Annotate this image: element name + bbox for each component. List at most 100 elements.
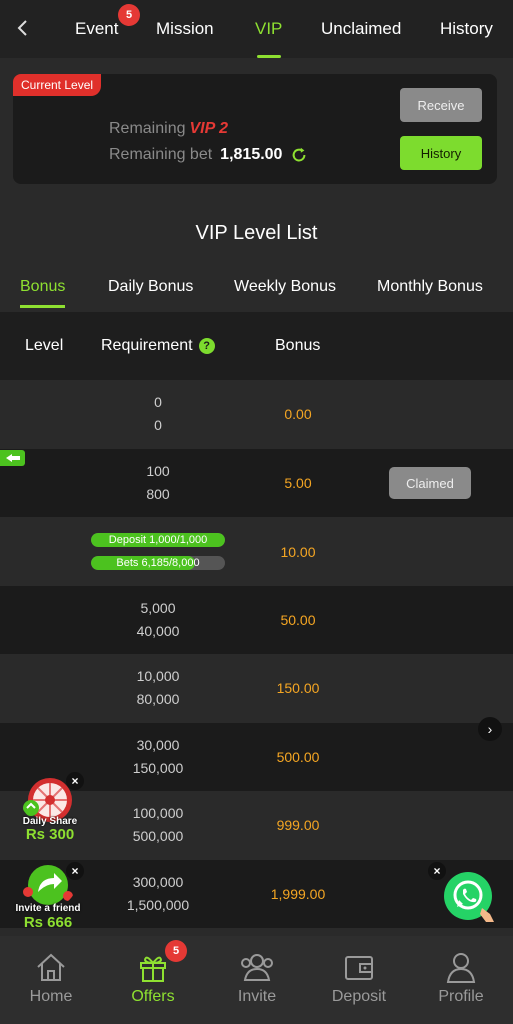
requirement-deposit: 100 — [146, 463, 170, 479]
header-requirement: Requirement? — [101, 337, 215, 355]
nav-profile-label: Profile — [438, 988, 484, 1005]
requirement-cell: 100,000 500,000 — [90, 802, 226, 848]
help-icon[interactable]: ? — [198, 338, 215, 354]
nav-deposit[interactable]: Deposit — [309, 936, 409, 1024]
current-level-tag: Current Level — [13, 74, 102, 96]
requirement-deposit: 100,000 — [132, 805, 184, 821]
back-arrow-icon[interactable] — [12, 17, 34, 39]
nav-home-label: Home — [29, 988, 73, 1005]
refresh-icon[interactable] — [290, 146, 308, 164]
bonus-cell: 0.00 — [284, 406, 312, 422]
bonus-cell: 1,999.00 — [270, 886, 326, 902]
requirement-deposit: 0 — [154, 394, 162, 410]
requirement-deposit: 10,000 — [136, 668, 180, 684]
history-button[interactable]: History — [400, 136, 482, 170]
tab-history[interactable]: History — [440, 0, 493, 58]
remaining-bet: Remaining bet 1,815.00 — [109, 146, 308, 164]
requirement-deposit: 5,000 — [140, 600, 176, 616]
remaining-bet-value: 1,815.00 — [220, 146, 283, 163]
deposit-progress-label: Deposit 1,000/1,000 — [108, 534, 208, 546]
bonus-tabs: Bonus Daily Bonus Weekly Bonus Monthly B… — [0, 262, 513, 312]
chevron-right-icon[interactable]: › — [478, 717, 502, 741]
table-row: Deposit 1,000/1,000 Bets 6,185/8,000 10.… — [0, 518, 513, 586]
nav-offers-label: Offers — [131, 988, 175, 1005]
nav-home[interactable]: Home — [1, 936, 101, 1024]
tab-vip[interactable]: VIP — [255, 0, 282, 58]
tab-bonus-label: Bonus — [20, 278, 66, 295]
deposit-progress: Deposit 1,000/1,000 — [91, 533, 225, 547]
requirement-deposit: 300,000 — [132, 874, 184, 890]
tab-weekly-bonus[interactable]: Weekly Bonus — [234, 278, 336, 296]
table-row: 5,000 40,000 50.00 — [0, 586, 513, 654]
remaining-level: Remaining VIP 2 — [109, 120, 228, 138]
vip-level-list-title: VIP Level List — [195, 222, 318, 244]
current-level-pointer — [0, 450, 25, 466]
invite-caption: Invite a friend — [15, 903, 81, 914]
tab-event[interactable]: Event 5 — [75, 0, 140, 58]
close-invite-icon[interactable]: × — [66, 862, 84, 880]
requirement-deposit: 30,000 — [136, 737, 180, 753]
tab-unclaimed-label: Unclaimed — [321, 19, 402, 38]
requirement-bets: 800 — [146, 486, 170, 502]
table-row: 10,000 80,000 150.00 — [0, 654, 513, 722]
requirement-bets: 80,000 — [136, 691, 180, 707]
requirement-bets: 500,000 — [132, 828, 184, 844]
requirement-bets: 1,500,000 — [126, 897, 190, 913]
requirement-bets: 40,000 — [136, 623, 180, 639]
nav-profile[interactable]: Profile — [411, 936, 511, 1024]
bets-progress: Bets 6,185/8,000 — [91, 556, 225, 570]
pointing-hand-icon — [5, 454, 20, 462]
table-row: 00 0.00 — [0, 380, 513, 448]
bets-progress-label: Bets 6,185/8,000 — [116, 557, 200, 569]
header-requirement-label: Requirement — [101, 337, 193, 354]
offers-badge: 5 — [165, 940, 187, 962]
bonus-cell: 999.00 — [276, 817, 320, 833]
nav-deposit-label: Deposit — [331, 988, 387, 1005]
receive-button[interactable]: Receive — [400, 88, 482, 122]
bonus-cell: 500.00 — [276, 749, 320, 765]
home-icon — [37, 953, 65, 981]
claimed-button[interactable]: Claimed — [389, 467, 471, 499]
requirement-cell: 00 — [90, 391, 226, 437]
requirement-cell: 30,000 150,000 — [90, 734, 226, 780]
tab-mission[interactable]: Mission — [156, 0, 214, 58]
tab-bonus-indicator — [20, 305, 66, 308]
wallet-icon — [345, 956, 373, 980]
tab-event-label: Event — [75, 19, 119, 38]
tab-unclaimed[interactable]: Unclaimed — [321, 0, 401, 58]
requirement-bets: 150,000 — [132, 760, 184, 776]
table-header: Level Requirement? Bonus — [0, 312, 513, 380]
tab-bonus[interactable]: Bonus — [20, 278, 66, 308]
bottom-nav: Home 5 Offers Invite Deposit Profile — [0, 936, 513, 1024]
nav-invite-label: Invite — [237, 988, 277, 1005]
tab-monthly-bonus[interactable]: Monthly Bonus — [377, 278, 483, 296]
bonus-cell: 150.00 — [276, 680, 320, 696]
profile-icon — [446, 953, 476, 983]
tab-vip-label: VIP — [255, 19, 283, 38]
tab-vip-indicator — [256, 55, 281, 58]
table-row: 100 800 5.00 Claimed — [0, 449, 513, 517]
remaining-vip: VIP 2 — [189, 120, 229, 137]
remaining-label: Remaining — [109, 120, 186, 137]
event-badge: 5 — [118, 4, 140, 26]
daily-share-amount: Rs 300 — [25, 826, 75, 843]
bonus-cell: 5.00 — [284, 475, 312, 491]
requirement-bets: 0 — [154, 417, 162, 433]
remaining-bet-label: Remaining bet — [109, 146, 213, 163]
bonus-cell: 10.00 — [280, 544, 316, 560]
requirement-cell: 100 800 — [90, 460, 226, 506]
tab-daily-bonus[interactable]: Daily Bonus — [108, 278, 193, 296]
vip-page: Event 5 Mission VIP Unclaimed History Cu… — [0, 0, 513, 1024]
whatsapp-icon[interactable] — [442, 870, 500, 928]
nav-offers[interactable]: 5 Offers — [103, 936, 203, 1024]
tab-history-label: History — [440, 19, 493, 38]
nav-invite[interactable]: Invite — [207, 936, 307, 1024]
people-icon — [241, 954, 273, 981]
header-level: Level — [25, 337, 64, 354]
close-daily-share-icon[interactable]: × — [66, 772, 84, 790]
current-level-card: Current Level Remaining VIP 2 Remaining b… — [13, 74, 497, 184]
requirement-cell: 300,000 1,500,000 — [90, 871, 226, 917]
bonus-cell: 50.00 — [280, 612, 316, 628]
tab-mission-label: Mission — [156, 19, 214, 38]
invite-amount: Rs 666 — [23, 914, 73, 931]
